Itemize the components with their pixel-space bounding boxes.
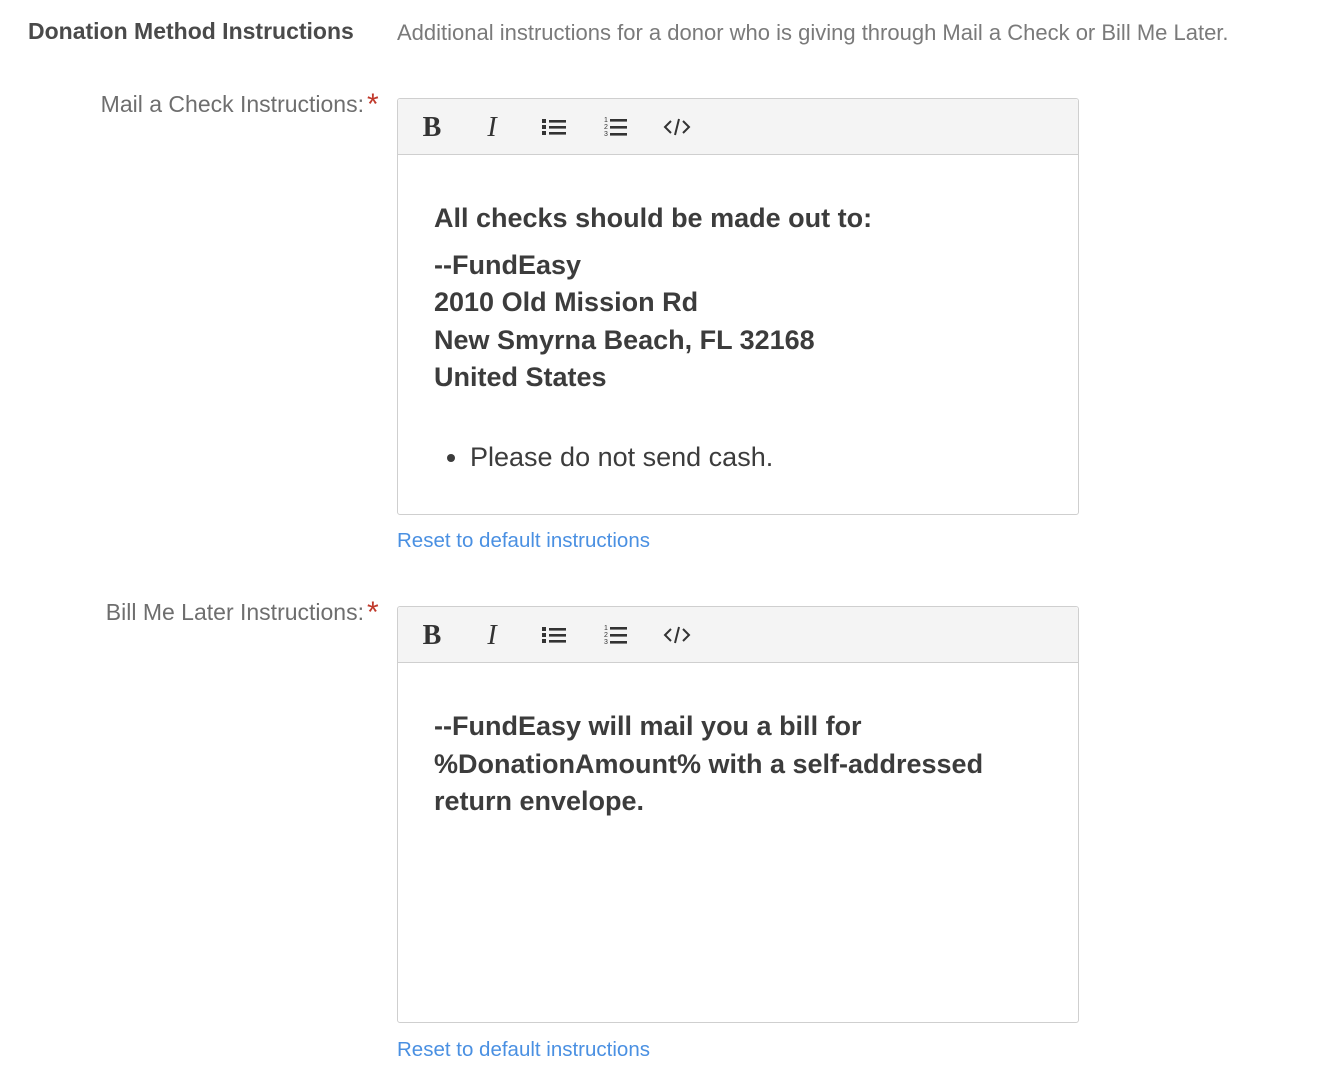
- numbered-list-button[interactable]: 1 2 3: [597, 617, 633, 653]
- svg-text:3: 3: [604, 639, 608, 646]
- mail-check-content[interactable]: All checks should be made out to: --Fund…: [398, 200, 1078, 476]
- bold-button[interactable]: B: [414, 617, 450, 653]
- mail-check-heading: All checks should be made out to:: [434, 203, 873, 233]
- svg-text:2: 2: [604, 632, 608, 639]
- mail-check-required-marker: *: [367, 88, 379, 121]
- svg-text:2: 2: [604, 124, 608, 131]
- list-item: Please do not send cash.: [470, 439, 1042, 476]
- bill-later-editor[interactable]: B I 1 2 3 --FundEasy will mail you a bil…: [397, 606, 1079, 1023]
- bill-later-content[interactable]: --FundEasy will mail you a bill for %Don…: [398, 708, 1078, 821]
- svg-text:1: 1: [604, 625, 608, 632]
- code-view-button[interactable]: [659, 617, 695, 653]
- svg-text:3: 3: [604, 131, 608, 138]
- section-description: Additional instructions for a donor who …: [397, 20, 1229, 45]
- mail-check-toolbar: B I 1 2 3: [398, 99, 1078, 155]
- bold-icon: B: [423, 114, 442, 140]
- italic-icon: I: [486, 622, 498, 648]
- numbered-list-button[interactable]: 1 2 3: [597, 109, 633, 145]
- svg-text:B: B: [423, 622, 442, 648]
- italic-icon: I: [486, 114, 498, 140]
- address-line: --FundEasy: [434, 249, 582, 280]
- svg-text:I: I: [486, 622, 498, 648]
- numbered-list-icon: 1 2 3: [604, 117, 627, 138]
- address-line: New Smyrna Beach, FL 32168: [434, 324, 815, 355]
- bill-later-reset-link[interactable]: Reset to default instructions: [397, 1038, 650, 1062]
- bill-later-toolbar: B I 1 2 3: [398, 607, 1078, 663]
- mail-check-label: Mail a Check Instructions:: [100, 91, 364, 117]
- italic-button[interactable]: I: [474, 617, 510, 653]
- mail-check-reset-link[interactable]: Reset to default instructions: [397, 529, 650, 553]
- bill-later-line: return envelope.: [434, 786, 645, 816]
- mail-check-editor[interactable]: B I 1 2 3 All checks should be made out …: [397, 98, 1079, 515]
- bulleted-list-button[interactable]: [536, 109, 572, 145]
- bold-button[interactable]: B: [414, 109, 450, 145]
- svg-text:I: I: [486, 114, 498, 140]
- code-icon: [663, 118, 691, 136]
- bill-later-label: Bill Me Later Instructions:: [105, 599, 364, 625]
- address-line: United States: [434, 362, 607, 392]
- bulleted-list-button[interactable]: [536, 617, 572, 653]
- bill-later-line: %DonationAmount% with a self-addressed: [434, 748, 984, 779]
- svg-text:B: B: [423, 114, 442, 140]
- italic-button[interactable]: I: [474, 109, 510, 145]
- code-view-button[interactable]: [659, 109, 695, 145]
- numbered-list-icon: 1 2 3: [604, 625, 627, 646]
- bulleted-list-icon: [542, 627, 566, 643]
- bill-later-required-marker: *: [367, 596, 379, 629]
- svg-text:1: 1: [604, 117, 608, 124]
- bold-icon: B: [423, 622, 442, 648]
- code-icon: [663, 626, 691, 644]
- bill-later-line: --FundEasy will mail you a bill for: [434, 711, 862, 741]
- bulleted-list-icon: [542, 119, 566, 135]
- address-line: 2010 Old Mission Rd: [434, 287, 699, 317]
- section-title: Donation Method Instructions: [28, 18, 354, 44]
- mail-check-bullet-list: Please do not send cash.: [434, 439, 1042, 476]
